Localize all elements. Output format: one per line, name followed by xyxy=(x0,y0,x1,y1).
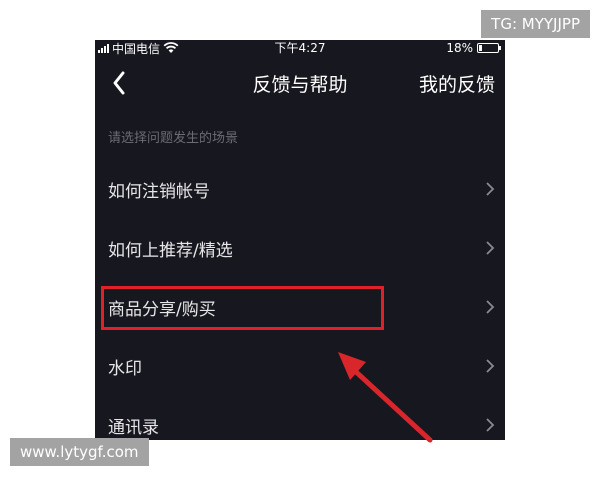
my-feedback-link[interactable]: 我的反馈 xyxy=(419,70,495,97)
battery-icon xyxy=(477,43,501,53)
chevron-right-icon xyxy=(486,241,495,255)
chevron-right-icon xyxy=(486,182,495,196)
section-label: 请选择问题发生的场景 xyxy=(108,131,239,146)
watermark-bottom: www.lytygf.com xyxy=(10,438,149,466)
chevron-right-icon xyxy=(486,359,495,373)
menu-item-cancel-account[interactable]: 如何注销帐号 xyxy=(95,160,505,219)
menu-item-contacts[interactable]: 通讯录 xyxy=(95,396,505,440)
chevron-right-icon xyxy=(486,418,495,432)
chevron-right-icon xyxy=(486,300,495,314)
status-bar: 中国电信 下午4:27 18% xyxy=(95,40,505,56)
menu-item-label: 如何上推荐/精选 xyxy=(108,241,233,261)
nav-bar: 反馈与帮助 我的反馈 xyxy=(95,60,505,106)
menu-item-label: 如何注销帐号 xyxy=(108,182,210,202)
highlight-box xyxy=(101,286,384,330)
menu-item-recommend[interactable]: 如何上推荐/精选 xyxy=(95,219,505,278)
menu-item-watermark[interactable]: 水印 xyxy=(95,337,505,396)
watermark-top: TG: MYYJJPP xyxy=(481,10,590,38)
phone-screen: 中国电信 下午4:27 18% 反馈与帮助 我的反馈 请选择问题发生的场景 如何… xyxy=(95,40,505,440)
menu-item-label: 水印 xyxy=(108,359,142,379)
battery-fill xyxy=(479,45,482,51)
status-time: 下午4:27 xyxy=(274,41,326,55)
screenshot-frame: 中国电信 下午4:27 18% 反馈与帮助 我的反馈 请选择问题发生的场景 如何… xyxy=(0,0,600,480)
menu-item-label: 通讯录 xyxy=(108,418,159,438)
status-right: 18% xyxy=(446,40,501,56)
battery-percent: 18% xyxy=(446,41,473,55)
